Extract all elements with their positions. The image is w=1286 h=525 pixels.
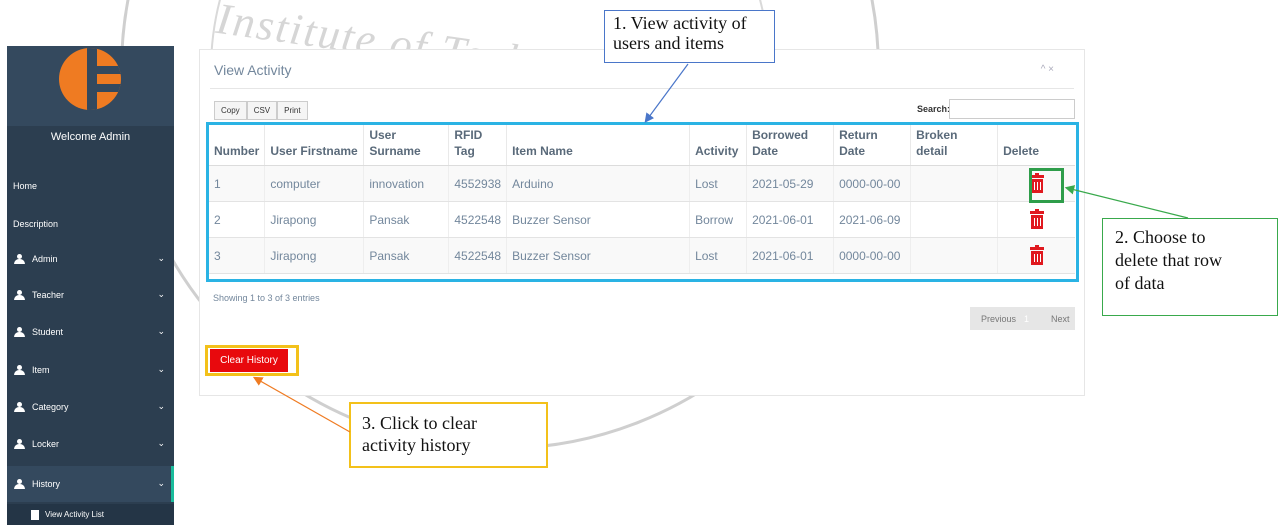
sidebar-item-label: Admin	[32, 254, 58, 264]
sidebar-item-label: Teacher	[32, 290, 65, 300]
chevron-down-icon[interactable]: ⌄	[157, 364, 165, 375]
user-icon	[14, 479, 25, 489]
app-logo[interactable]	[59, 48, 121, 110]
active-indicator	[171, 466, 174, 502]
callout-text: 3. Click to clear	[362, 413, 477, 433]
current-page-number[interactable]: 1	[1024, 314, 1029, 324]
sidebar-item-label: Category	[32, 402, 69, 412]
callout-delete-row: 2. Choose to delete that row of data	[1102, 218, 1278, 316]
next-page-button[interactable]: Next	[1051, 314, 1070, 324]
sidebar-subitem-label: View Activity List	[45, 510, 104, 519]
callout-clear-history: 3. Click to clear activity history	[349, 402, 548, 468]
previous-page-button[interactable]: Previous	[981, 314, 1016, 324]
sidebar-item-label: Locker	[32, 439, 60, 449]
user-icon	[14, 439, 25, 449]
user-icon	[14, 402, 25, 412]
sidebar-item-label: Item	[32, 365, 50, 375]
export-button-group: Copy CSV Print	[214, 101, 308, 120]
sidebar: Welcome Admin Home Description Admin ⌄ T…	[7, 46, 174, 525]
callout-text: users and items	[613, 33, 724, 53]
panel-title: View Activity	[214, 62, 292, 78]
sidebar-subitem-view-activity-list[interactable]: View Activity List	[7, 504, 174, 525]
sidebar-item-student[interactable]: Student ⌄	[7, 317, 174, 347]
callout-text: delete that row	[1115, 250, 1222, 270]
sidebar-item-label: Description	[13, 219, 59, 229]
sidebar-item-home[interactable]: Home	[7, 171, 180, 201]
divider	[210, 88, 1074, 89]
user-icon	[14, 254, 25, 264]
entries-info: Showing 1 to 3 of 3 entries	[213, 293, 320, 303]
sidebar-item-label: History	[32, 479, 61, 489]
callout-view-activity: 1. View activity of users and items	[604, 10, 775, 63]
chevron-down-icon[interactable]: ⌄	[157, 326, 165, 337]
user-icon	[14, 365, 25, 375]
sidebar-item-label: Student	[32, 327, 64, 337]
print-button[interactable]: Print	[277, 101, 308, 120]
sidebar-item-history[interactable]: History ⌄	[7, 466, 174, 502]
sidebar-item-locker[interactable]: Locker ⌄	[7, 429, 174, 459]
sidebar-item-item[interactable]: Item ⌄	[7, 355, 174, 385]
chevron-down-icon[interactable]: ⌄	[157, 253, 165, 264]
document-icon	[31, 509, 39, 520]
user-icon	[14, 290, 25, 300]
chevron-down-icon[interactable]: ⌄	[157, 289, 165, 300]
sidebar-item-description[interactable]: Description	[7, 209, 180, 239]
table-highlight-frame	[206, 122, 1079, 282]
chevron-down-icon[interactable]: ⌄	[157, 401, 165, 412]
welcome-text: Welcome Admin	[50, 131, 131, 143]
sidebar-item-category[interactable]: Category ⌄	[7, 392, 174, 422]
clear-history-button[interactable]: Clear History	[210, 349, 288, 372]
callout-text: 1. View activity of	[613, 13, 747, 33]
panel-collapse-close-icons[interactable]: ^ ×	[1041, 64, 1054, 75]
csv-button[interactable]: CSV	[246, 101, 278, 120]
sidebar-item-teacher[interactable]: Teacher ⌄	[7, 280, 174, 310]
callout-text: of data	[1115, 273, 1165, 293]
sidebar-item-admin[interactable]: Admin ⌄	[7, 244, 174, 274]
chevron-down-icon[interactable]: ⌄	[157, 478, 165, 489]
callout-text: 2. Choose to	[1115, 227, 1206, 247]
arrow-green	[1064, 185, 1189, 219]
user-icon	[14, 327, 25, 337]
callout-text: activity history	[362, 435, 471, 455]
logo-area	[7, 46, 174, 126]
search-input[interactable]	[949, 99, 1075, 119]
sidebar-item-label: Home	[13, 181, 38, 191]
chevron-down-icon[interactable]: ⌄	[157, 438, 165, 449]
pagination: Previous 1 Next	[970, 307, 1075, 330]
copy-button[interactable]: Copy	[214, 101, 247, 120]
delete-highlight-frame	[1029, 168, 1064, 203]
search-label: Search:	[917, 104, 951, 114]
